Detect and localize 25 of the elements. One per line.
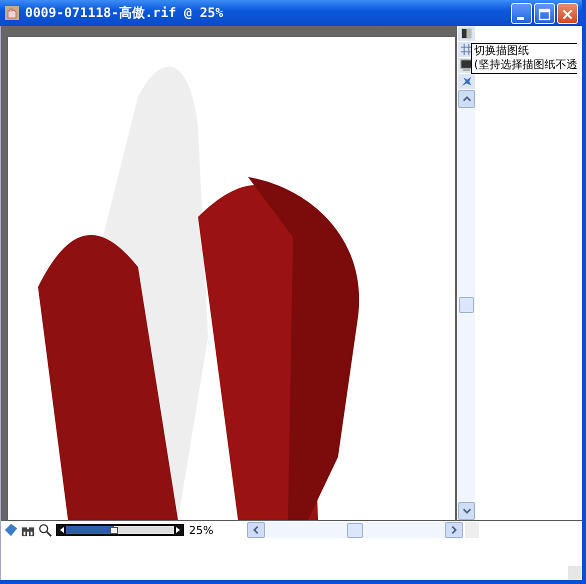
tooltip-text: (坚持选择描图纸不透: [474, 58, 578, 72]
horizontal-scrollbar[interactable]: [247, 522, 463, 538]
minimize-icon: [517, 16, 524, 20]
zoom-slider[interactable]: [56, 524, 184, 536]
layers-icon[interactable]: [4, 523, 18, 537]
scroll-thumb[interactable]: [347, 522, 363, 538]
hand-icon: [4, 5, 20, 21]
triangle-right-icon[interactable]: [174, 526, 182, 534]
window-title: 0009-071118-高傲.rif @ 25%: [25, 4, 224, 22]
vertical-scrollbar[interactable]: [458, 90, 475, 520]
minimize-button[interactable]: [511, 2, 532, 24]
close-button[interactable]: [557, 2, 578, 24]
zoom-value: 25%: [189, 524, 214, 536]
corner-grip: [465, 522, 479, 538]
paper-color-icon[interactable]: [458, 26, 475, 42]
scroll-left-button[interactable]: [247, 522, 265, 538]
resize-grip[interactable]: [568, 566, 582, 580]
maximize-button[interactable]: [534, 2, 555, 24]
triangle-left-icon[interactable]: [58, 526, 66, 534]
magnifier-icon[interactable]: [38, 523, 52, 537]
scroll-thumb[interactable]: [459, 297, 474, 313]
tooltip-text: 切换描图纸: [474, 44, 530, 58]
scroll-right-button[interactable]: [445, 522, 463, 538]
scroll-up-button[interactable]: [458, 90, 475, 108]
scroll-down-button[interactable]: [458, 502, 475, 520]
